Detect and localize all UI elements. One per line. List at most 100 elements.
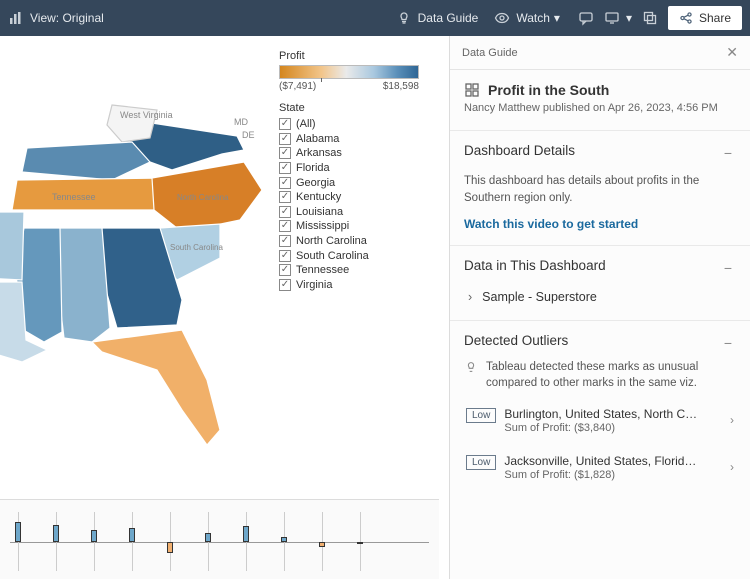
map-viz[interactable]: West Virginia Tennessee North Carolina S… bbox=[0, 50, 272, 450]
viz-area: West Virginia Tennessee North Carolina S… bbox=[0, 36, 450, 579]
state-filter-list: ✓(All)✓Alabama✓Arkansas✓Florida✓Georgia✓… bbox=[279, 117, 439, 292]
state-filter-label: Georgia bbox=[296, 177, 335, 189]
checkbox-icon: ✓ bbox=[279, 133, 291, 145]
state-alabama[interactable] bbox=[56, 228, 110, 342]
checkbox-icon: ✓ bbox=[279, 162, 291, 174]
state-filter-item[interactable]: ✓(All) bbox=[279, 117, 439, 132]
state-filter-label: Mississippi bbox=[296, 220, 349, 232]
collapse-button[interactable]: − bbox=[720, 258, 736, 278]
state-filter-item[interactable]: ✓ Louisiana bbox=[279, 205, 439, 220]
legend-panel: Profit ($7,491) $18,598 State ✓(All)✓Ala… bbox=[279, 50, 439, 292]
data-in-dashboard-heading: Data in This Dashboard bbox=[464, 258, 606, 273]
data-guide-header-title: Data Guide bbox=[462, 47, 518, 59]
profit-max-label: $18,598 bbox=[383, 81, 419, 92]
checkbox-icon: ✓ bbox=[279, 250, 291, 262]
view-label[interactable]: View: Original bbox=[30, 11, 104, 25]
state-filter-label: Virginia bbox=[296, 279, 333, 291]
data-guide-panel: Data Guide ✕ Profit in the South Nancy M… bbox=[450, 36, 750, 579]
state-filter-label: Kentucky bbox=[296, 191, 341, 203]
monitor-icon bbox=[604, 10, 620, 26]
checkbox-icon: ✓ bbox=[279, 264, 291, 276]
profit-color-scale[interactable] bbox=[279, 65, 419, 79]
state-arkansas[interactable] bbox=[0, 212, 24, 280]
watch-video-link[interactable]: Watch this video to get started bbox=[464, 217, 736, 231]
state-filter-item[interactable]: ✓South Carolina bbox=[279, 248, 439, 263]
mini-bar[interactable] bbox=[357, 542, 363, 545]
map-label-wv: West Virginia bbox=[120, 110, 173, 120]
data-source-item[interactable]: › Sample - Superstore bbox=[464, 288, 736, 306]
watch-label: Watch bbox=[516, 11, 550, 25]
dashboard-icon bbox=[464, 82, 480, 98]
checkbox-icon: ✓ bbox=[279, 118, 291, 130]
map-label-md: MD bbox=[234, 117, 248, 127]
state-filter-item[interactable]: ✓ Mississippi bbox=[279, 219, 439, 234]
map-label-nc: North Carolina bbox=[177, 193, 229, 202]
eye-icon bbox=[494, 10, 510, 26]
map-label-sc: South Carolina bbox=[170, 243, 223, 252]
bar-chart-viz[interactable] bbox=[0, 499, 439, 579]
outlier-item[interactable]: Low Burlington, United States, North C… … bbox=[464, 403, 736, 438]
state-filter-item[interactable]: ✓ Georgia bbox=[279, 175, 439, 190]
state-filter-item[interactable]: ✓ Kentucky bbox=[279, 190, 439, 205]
top-toolbar: View: Original Data Guide Watch ▾ ▾ Shar… bbox=[0, 0, 750, 36]
dashboard-byline: Nancy Matthew published on Apr 26, 2023,… bbox=[464, 101, 736, 116]
dashboard-title: Profit in the South bbox=[488, 82, 609, 98]
checkbox-icon: ✓ bbox=[279, 235, 291, 247]
mini-bar[interactable] bbox=[53, 525, 59, 542]
state-filter-item[interactable]: ✓North Carolina bbox=[279, 234, 439, 249]
watch-button[interactable]: Watch ▾ bbox=[494, 10, 560, 26]
state-filter-title: State bbox=[279, 102, 439, 114]
checkbox-icon: ✓ bbox=[279, 279, 291, 291]
bulb-icon bbox=[396, 10, 412, 26]
chevron-right-icon: › bbox=[468, 290, 472, 304]
outlier-item[interactable]: Low Jacksonville, United States, Florid…… bbox=[464, 450, 736, 485]
map-label-de: DE bbox=[242, 130, 255, 140]
mini-bar[interactable] bbox=[243, 526, 249, 541]
state-filter-label: Louisiana bbox=[296, 206, 343, 218]
chevron-right-icon: › bbox=[730, 413, 734, 427]
state-filter-label: Tennessee bbox=[296, 264, 349, 276]
mini-bar[interactable] bbox=[281, 537, 287, 541]
share-label: Share bbox=[699, 11, 731, 25]
collapse-button[interactable]: − bbox=[720, 333, 736, 353]
data-guide-button[interactable]: Data Guide bbox=[396, 10, 479, 26]
state-filter-item[interactable]: ✓Arkansas bbox=[279, 146, 439, 161]
state-filter-item[interactable]: ✓ Florida bbox=[279, 161, 439, 176]
state-filter-label: Arkansas bbox=[296, 147, 342, 159]
mini-bar[interactable] bbox=[91, 530, 97, 541]
low-badge: Low bbox=[466, 408, 496, 423]
detected-outliers-heading: Detected Outliers bbox=[464, 333, 568, 348]
bulb-icon bbox=[464, 360, 478, 374]
data-source-name: Sample - Superstore bbox=[482, 290, 597, 304]
checkbox-icon: ✓ bbox=[279, 191, 291, 203]
present-button[interactable]: ▾ bbox=[604, 10, 632, 26]
barchart-icon bbox=[8, 10, 24, 26]
mini-bar[interactable] bbox=[167, 542, 173, 553]
state-filter-label: Florida bbox=[296, 162, 330, 174]
share-icon bbox=[679, 11, 693, 25]
share-button[interactable]: Share bbox=[668, 6, 742, 30]
low-badge: Low bbox=[466, 455, 496, 470]
outlier-subtitle: Sum of Profit: ($1,828) bbox=[504, 469, 722, 481]
checkbox-icon: ✓ bbox=[279, 177, 291, 189]
close-icon[interactable]: ✕ bbox=[726, 44, 738, 61]
dashboard-details-heading: Dashboard Details bbox=[464, 143, 575, 158]
state-filter-label: Alabama bbox=[296, 133, 339, 145]
mini-bar[interactable] bbox=[15, 522, 21, 542]
state-florida[interactable] bbox=[92, 330, 220, 445]
collapse-button[interactable]: − bbox=[720, 143, 736, 163]
chevron-right-icon: › bbox=[730, 460, 734, 474]
comment-icon[interactable] bbox=[578, 10, 594, 26]
state-filter-item[interactable]: ✓ Tennessee bbox=[279, 263, 439, 278]
state-filter-item[interactable]: ✓ Alabama bbox=[279, 132, 439, 147]
state-filter-item[interactable]: ✓ Virginia bbox=[279, 278, 439, 293]
profit-legend-title: Profit bbox=[279, 50, 439, 62]
mini-bar[interactable] bbox=[205, 533, 211, 541]
checkbox-icon: ✓ bbox=[279, 206, 291, 218]
fullscreen-icon[interactable] bbox=[642, 10, 658, 26]
chevron-down-icon: ▾ bbox=[626, 11, 632, 25]
mini-bar[interactable] bbox=[319, 542, 325, 548]
mini-bar[interactable] bbox=[129, 528, 135, 542]
checkbox-icon: ✓ bbox=[279, 220, 291, 232]
state-kentucky[interactable] bbox=[22, 142, 150, 180]
